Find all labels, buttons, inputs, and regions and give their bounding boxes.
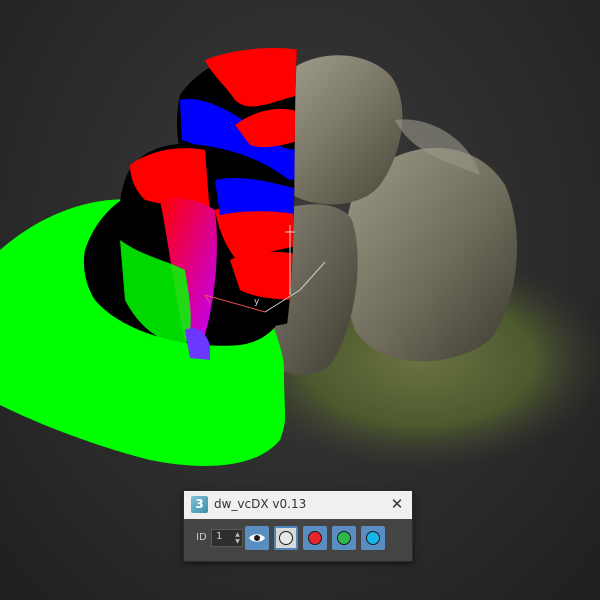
- app-3dsmax-icon: 3: [191, 496, 208, 513]
- gizmo-y-label: y: [254, 297, 260, 307]
- 3d-viewport[interactable]: y 3 dw_vcDX v0.13 ✕ ID 1 ▲ ▼: [0, 0, 600, 600]
- channel-green-button[interactable]: [332, 526, 356, 550]
- close-icon[interactable]: ✕: [388, 495, 406, 513]
- channel-blue-button[interactable]: [361, 526, 385, 550]
- channel-all-button[interactable]: [274, 526, 298, 550]
- panel-titlebar[interactable]: 3 dw_vcDX v0.13 ✕: [184, 491, 412, 519]
- channel-red-button[interactable]: [303, 526, 327, 550]
- blue-dot-icon: [366, 531, 380, 545]
- white-dot-icon: [279, 531, 293, 545]
- vertex-color-tool-panel: 3 dw_vcDX v0.13 ✕ ID 1 ▲ ▼: [183, 490, 413, 562]
- spinner-arrows-icon[interactable]: ▲ ▼: [234, 531, 241, 545]
- panel-title: dw_vcDX v0.13: [214, 497, 307, 511]
- id-label: ID: [196, 532, 207, 543]
- vertex-color-view: [0, 48, 300, 466]
- id-value[interactable]: 1: [216, 531, 222, 542]
- eye-icon: [249, 534, 265, 542]
- green-dot-icon: [337, 531, 351, 545]
- id-spinner[interactable]: 1 ▲ ▼: [211, 529, 243, 547]
- red-dot-icon: [308, 531, 322, 545]
- show-vertex-colors-button[interactable]: [245, 526, 269, 550]
